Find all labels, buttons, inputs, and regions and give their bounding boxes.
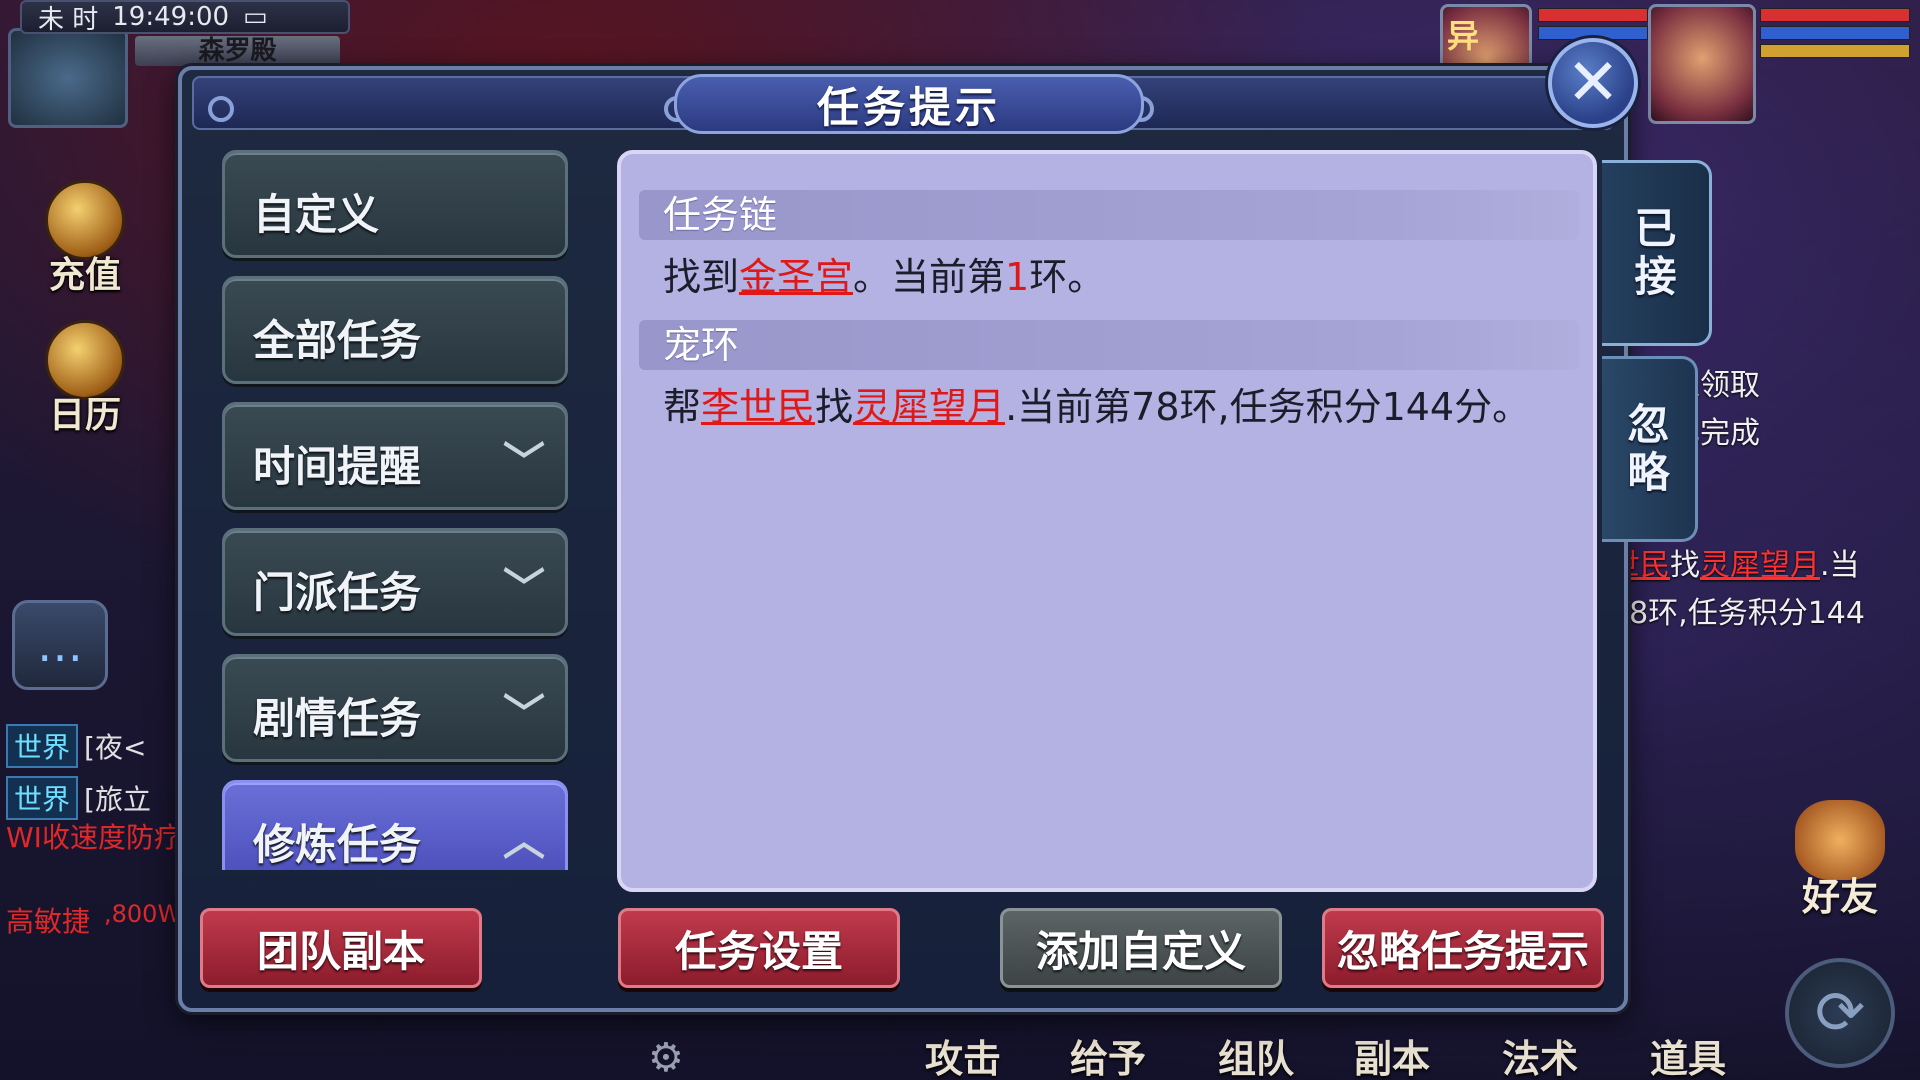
chevron-down-icon: ﹀ xyxy=(502,564,545,613)
team-dungeon-button[interactable]: 团队副本 xyxy=(200,908,482,988)
tracker-text: .当 xyxy=(1820,548,1860,583)
task-settings-button[interactable]: 任务设置 xyxy=(618,908,900,988)
hp-bar xyxy=(1760,8,1910,22)
chat-red-line: 高敏捷 xyxy=(6,905,91,938)
chat-button[interactable]: … xyxy=(12,600,108,690)
dialog-header: 任务提示 xyxy=(192,74,1614,134)
calendar-label: 日历 xyxy=(48,395,121,436)
npc-link[interactable]: 李世民 xyxy=(701,385,815,429)
exp-bar xyxy=(1760,44,1910,58)
ignore-prompts-button[interactable]: 忽略任务提示 xyxy=(1322,908,1604,988)
channel-tag: 世界 xyxy=(6,776,79,820)
chat-line: 世界 [夜< xyxy=(6,724,146,768)
minimap[interactable] xyxy=(8,28,128,128)
chat-red-line: WI收速度防疗 xyxy=(6,821,182,854)
add-custom-button[interactable]: 添加自定义 xyxy=(1000,908,1282,988)
task-entry: 宠环 帮李世民找灵犀望月.当前第78环,任务积分144分。 xyxy=(639,320,1579,431)
ring-number: 1 xyxy=(1005,255,1030,299)
category-all-tasks[interactable]: 全部任务 xyxy=(222,276,568,384)
dungeon-button[interactable]: 副本 xyxy=(1354,1028,1430,1080)
tracker-link[interactable]: 灵犀望月 xyxy=(1700,548,1820,583)
portrait-tag: 异 xyxy=(1447,17,1480,55)
team-button[interactable]: 组队 xyxy=(1218,1028,1294,1080)
map-name: 森罗殿 xyxy=(135,36,340,66)
battery-icon: ▭ xyxy=(243,2,268,32)
task-heading: 任务链 xyxy=(639,190,1579,240)
chat-line: 世界 [旅立 xyxy=(6,776,151,820)
category-list: 自定义 全部任务 时间提醒 ﹀ 门派任务 ﹀ 剧情任务 ﹀ 修炼任务 ︿ xyxy=(222,150,572,870)
chevron-up-icon: ︿ xyxy=(502,816,545,865)
item-link[interactable]: 灵犀望月 xyxy=(853,385,1005,429)
close-button[interactable]: ✕ xyxy=(1548,38,1638,128)
category-label: 修炼任务 xyxy=(253,820,422,869)
task-content-panel[interactable]: 任务链 找到金圣宫。当前第1环。 宠环 帮李世民找灵犀望月.当前第78环,任务积… xyxy=(617,150,1597,892)
calendar-icon xyxy=(45,320,125,400)
category-story-tasks[interactable]: 剧情任务 ﹀ xyxy=(222,654,568,762)
category-label: 时间提醒 xyxy=(253,442,422,491)
chat-text: [夜< xyxy=(84,731,147,764)
close-icon: ✕ xyxy=(1566,46,1620,120)
task-description: 帮李世民找灵犀望月.当前第78环,任务积分144分。 xyxy=(639,376,1579,431)
location-link[interactable]: 金圣宫 xyxy=(739,255,853,299)
recharge-label: 充值 xyxy=(48,255,121,296)
handshake-icon xyxy=(1795,800,1885,880)
category-custom[interactable]: 自定义 xyxy=(222,150,568,258)
items-button[interactable]: 道具 xyxy=(1650,1028,1726,1080)
tab-ignored[interactable]: 忽略 xyxy=(1602,356,1698,542)
friends-button[interactable]: 好友 xyxy=(1780,800,1900,921)
dialog-title: 任务提示 xyxy=(674,74,1144,134)
skills-button[interactable]: 法术 xyxy=(1502,1028,1578,1080)
refresh-button[interactable]: ⟳ xyxy=(1785,958,1895,1068)
tracker-text: 找 xyxy=(1670,548,1700,583)
give-button[interactable]: 给予 xyxy=(1070,1028,1146,1080)
desc-text: 找到 xyxy=(663,255,740,299)
clock: 19:49:00 xyxy=(112,2,230,32)
calendar-button[interactable]: 日历 xyxy=(30,320,140,438)
task-heading: 宠环 xyxy=(639,320,1579,370)
attack-button[interactable]: 攻击 xyxy=(925,1028,1001,1080)
category-label: 全部任务 xyxy=(253,316,422,365)
time-period: 未 时 xyxy=(38,4,99,35)
tab-label: 忽略 xyxy=(1627,399,1670,497)
tab-accepted[interactable]: 已接 xyxy=(1602,160,1712,346)
task-entry: 任务链 找到金圣宫。当前第1环。 xyxy=(639,190,1579,301)
swirl-ornament xyxy=(208,96,234,122)
chevron-down-icon: ﹀ xyxy=(502,438,545,487)
desc-text: 。当前第 xyxy=(853,255,1006,299)
friends-label: 好友 xyxy=(1801,875,1878,919)
treasure-icon xyxy=(45,180,125,260)
category-time-reminder[interactable]: 时间提醒 ﹀ xyxy=(222,402,568,510)
action-bar: 攻击 给予 组队 副本 法术 道具 xyxy=(640,1010,1780,1080)
category-label: 门派任务 xyxy=(253,568,422,617)
task-description: 找到金圣宫。当前第1环。 xyxy=(639,246,1579,301)
category-sect-tasks[interactable]: 门派任务 ﹀ xyxy=(222,528,568,636)
time-bar: 未 时 19:49:00 ▭ xyxy=(20,0,350,35)
refresh-icon: ⟳ xyxy=(1814,978,1866,1048)
task-prompt-dialog: 任务提示 自定义 全部任务 时间提醒 ﹀ 门派任务 ﹀ 剧情任务 ﹀ 修炼任务 … xyxy=(178,66,1712,1012)
channel-tag: 世界 xyxy=(6,724,79,768)
desc-text: 找 xyxy=(815,385,854,429)
chat-amount: ,800W xyxy=(104,900,182,928)
recharge-button[interactable]: 充值 xyxy=(30,180,140,298)
tab-label: 已接 xyxy=(1634,203,1677,301)
category-label: 剧情任务 xyxy=(253,694,422,743)
chat-text: [旅立 xyxy=(84,783,151,816)
category-label: 自定义 xyxy=(253,190,380,239)
mp-bar xyxy=(1760,26,1910,40)
chat-line: 高敏捷 xyxy=(6,900,90,940)
hp-bar xyxy=(1538,8,1648,22)
desc-text: 帮 xyxy=(663,385,702,429)
tracker-text: 78环,任务积分144 xyxy=(1610,596,1865,631)
desc-text: .当前第78环,任务积分144分。 xyxy=(1005,385,1531,429)
category-training-tasks[interactable]: 修炼任务 ︿ xyxy=(222,780,568,870)
chat-bubble-icon: … xyxy=(37,618,83,672)
chevron-down-icon: ﹀ xyxy=(502,690,545,739)
desc-text: 环。 xyxy=(1029,255,1106,299)
player-portrait[interactable] xyxy=(1648,4,1756,124)
